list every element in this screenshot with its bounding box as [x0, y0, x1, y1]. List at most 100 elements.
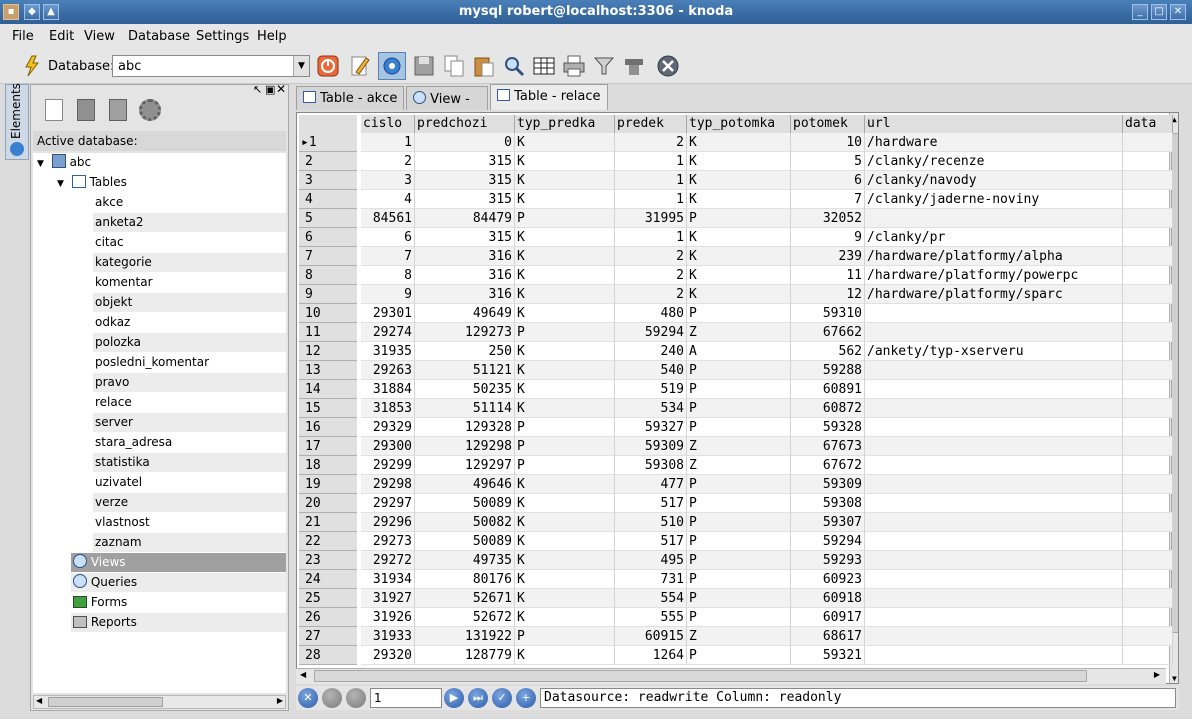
table-cell[interactable]	[1123, 209, 1173, 228]
table-cell[interactable]	[865, 399, 1123, 418]
table-cell[interactable]: K	[515, 361, 615, 380]
table-cell[interactable]: 1264	[615, 646, 687, 665]
row-header[interactable]: 10	[299, 304, 357, 323]
table-cell[interactable]	[1123, 646, 1173, 665]
table-cell[interactable]: 5	[791, 152, 865, 171]
table-cell[interactable]: 7	[791, 190, 865, 209]
row-header[interactable]: 20	[299, 494, 357, 513]
table-cell[interactable]: K	[515, 551, 615, 570]
next-record-icon[interactable]: ▶	[444, 688, 464, 708]
row-header[interactable]: 22	[299, 532, 357, 551]
scroll-down-icon[interactable]: ▼	[1172, 674, 1177, 683]
table-cell[interactable]: 2	[361, 152, 415, 171]
table-cell[interactable]: P	[515, 418, 615, 437]
save-record-icon[interactable]: ✓	[492, 688, 512, 708]
table-cell[interactable]: 29320	[361, 646, 415, 665]
table-cell[interactable]: K	[687, 171, 791, 190]
table-cell[interactable]: P	[687, 399, 791, 418]
table-cell[interactable]: 59294	[791, 532, 865, 551]
table-cell[interactable]: 60917	[791, 608, 865, 627]
table-cell[interactable]: K	[515, 190, 615, 209]
menu-settings[interactable]: Settings	[196, 29, 249, 44]
table-cell[interactable]: /hardware	[865, 133, 1123, 152]
tree-node-views[interactable]: Views	[71, 553, 286, 572]
tree-table-odkaz[interactable]: odkaz	[93, 313, 286, 332]
table-cell[interactable]	[865, 304, 1123, 323]
row-header[interactable]: 25	[299, 589, 357, 608]
save-icon[interactable]	[412, 54, 436, 78]
table-cell[interactable]: 50082	[415, 513, 515, 532]
tree-node-reports[interactable]: Reports	[71, 613, 286, 632]
table-cell[interactable]: 129298	[415, 437, 515, 456]
table-cell[interactable]: 315	[415, 228, 515, 247]
record-number-input[interactable]: 1	[370, 688, 442, 708]
table-cell[interactable]: 59328	[791, 418, 865, 437]
table-cell[interactable]: P	[687, 646, 791, 665]
table-cell[interactable]: 129297	[415, 456, 515, 475]
table-cell[interactable]: 1	[615, 190, 687, 209]
row-header[interactable]: 4	[299, 190, 357, 209]
table-cell[interactable]: K	[515, 494, 615, 513]
table-cell[interactable]: 29301	[361, 304, 415, 323]
table-cell[interactable]: 316	[415, 266, 515, 285]
table-cell[interactable]	[1123, 247, 1173, 266]
menu-file[interactable]: File	[12, 29, 34, 44]
table-cell[interactable]: K	[687, 190, 791, 209]
table-cell[interactable]	[865, 380, 1123, 399]
table-cell[interactable]: P	[687, 380, 791, 399]
table-cell[interactable]: 29329	[361, 418, 415, 437]
table-cell[interactable]: P	[687, 475, 791, 494]
table-cell[interactable]: P	[687, 513, 791, 532]
row-header[interactable]: ▸1	[299, 133, 357, 152]
table-cell[interactable]: 50235	[415, 380, 515, 399]
table-cell[interactable]	[865, 209, 1123, 228]
table-cell[interactable]: 84479	[415, 209, 515, 228]
table-cell[interactable]: K	[515, 532, 615, 551]
grid-horizontal-scrollbar[interactable]: ◀ ▶	[296, 668, 1166, 684]
table-cell[interactable]: 50089	[415, 532, 515, 551]
table-cell[interactable]	[865, 513, 1123, 532]
column-header-data[interactable]: data	[1123, 115, 1173, 133]
table-cell[interactable]	[1123, 190, 1173, 209]
table-cell[interactable]: P	[687, 532, 791, 551]
chevron-down-icon[interactable]: ▼	[57, 179, 64, 189]
table-cell[interactable]: 316	[415, 247, 515, 266]
pin-icon[interactable]: ↖	[253, 83, 262, 96]
table-cell[interactable]: 129328	[415, 418, 515, 437]
table-cell[interactable]	[1123, 532, 1173, 551]
table-cell[interactable]	[865, 361, 1123, 380]
edit-icon[interactable]	[348, 54, 372, 78]
tree-table-akce[interactable]: akce	[93, 193, 286, 212]
table-cell[interactable]: 51114	[415, 399, 515, 418]
table-cell[interactable]: 67672	[791, 456, 865, 475]
table-cell[interactable]: Z	[687, 437, 791, 456]
table-cell[interactable]: 49646	[415, 475, 515, 494]
table-cell[interactable]: 562	[791, 342, 865, 361]
tab-table-akce[interactable]: Table - akce	[296, 86, 404, 110]
table-cell[interactable]: 31933	[361, 627, 415, 646]
table-cell[interactable]: 4	[361, 190, 415, 209]
row-header[interactable]: 17	[299, 437, 357, 456]
scroll-thumb[interactable]	[48, 697, 163, 707]
table-cell[interactable]	[1123, 494, 1173, 513]
row-header[interactable]: 5	[299, 209, 357, 228]
table-icon[interactable]	[532, 54, 556, 78]
table-cell[interactable]: /clanky/jaderne-noviny	[865, 190, 1123, 209]
table-cell[interactable]: 10	[791, 133, 865, 152]
table-cell[interactable]: /clanky/recenze	[865, 152, 1123, 171]
new-icon[interactable]	[45, 99, 63, 121]
row-header[interactable]: 13	[299, 361, 357, 380]
close-icon[interactable]	[656, 54, 680, 78]
table-cell[interactable]: P	[687, 361, 791, 380]
table-cell[interactable]: P	[687, 418, 791, 437]
table-cell[interactable]: K	[515, 304, 615, 323]
table-cell[interactable]: 50089	[415, 494, 515, 513]
tree-table-statistika[interactable]: statistika	[93, 453, 286, 472]
table-cell[interactable]: 31934	[361, 570, 415, 589]
column-header-typ-predka[interactable]: typ_predka	[515, 115, 615, 133]
design-icon[interactable]	[378, 52, 406, 80]
table-cell[interactable]: K	[687, 152, 791, 171]
table-cell[interactable]: K	[515, 152, 615, 171]
table-cell[interactable]: 49649	[415, 304, 515, 323]
row-header[interactable]: 15	[299, 399, 357, 418]
